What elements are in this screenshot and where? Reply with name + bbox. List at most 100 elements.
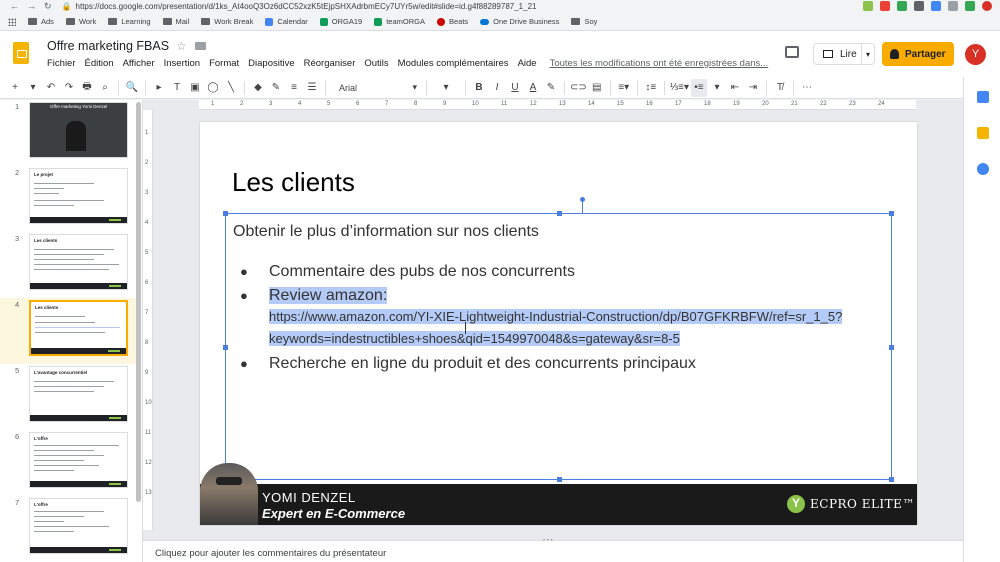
clear-format-icon[interactable]: T̸ [772,79,788,97]
slide-thumbnail-row[interactable]: 3 Les clients [0,232,140,298]
slide-thumbnail-row[interactable]: 6 L'offre [0,430,140,496]
menu-format[interactable]: Format [209,58,239,69]
slide-thumbnail-row[interactable]: 2 Le projet [0,166,140,232]
bookmark-item[interactable]: ORGA19 [319,17,362,26]
undo-button[interactable]: ↶ [43,79,59,97]
extension-icon[interactable] [897,1,907,11]
reload-icon[interactable]: ↻ [44,1,52,12]
print-button[interactable]: 🖶 [79,79,95,97]
italic-button[interactable]: I [489,79,505,97]
avatar[interactable]: Y [965,44,986,65]
fill-color-button[interactable]: ◆ [250,79,266,97]
slide-thumbnail[interactable]: Offre marketing Yomi Denzel [29,102,128,158]
menu-diapositive[interactable]: Diapositive [248,58,294,69]
bookmark-item[interactable]: Calendar [265,17,308,26]
bookmark-item[interactable]: Mail [162,17,189,26]
bookmark-item[interactable]: Ads [28,17,54,26]
speaker-notes[interactable]: • • • Cliquez pour ajouter les commentai… [143,538,963,562]
slide-canvas[interactable]: Les clients Obtenir le plus d’informatio… [200,122,917,525]
select-tool[interactable]: ▸ [151,79,167,97]
menu-reorganiser[interactable]: Réorganiser [304,58,356,69]
textbox-tool[interactable]: T [169,79,185,97]
zoom-button[interactable]: 🔍 [124,79,140,97]
highlight-color-icon[interactable]: ✎ [543,79,559,97]
resize-handle[interactable] [223,345,228,350]
redo-button[interactable]: ↷ [61,79,77,97]
extension-icon[interactable] [880,1,890,11]
bookmark-item[interactable]: One Drive Business [480,17,559,26]
present-button[interactable]: Lire ▾ [813,43,875,65]
address-field[interactable]: 🔒 https://docs.google.com/presentation/d/… [62,2,662,11]
back-icon[interactable]: ← [10,1,19,12]
font-select[interactable]: Arial ▾ [331,79,421,97]
bold-button[interactable]: B [471,79,487,97]
bookmark-item[interactable]: Beats [436,17,468,26]
image-tool[interactable]: ▣ [187,79,203,97]
resize-handle[interactable] [223,211,228,216]
document-title[interactable]: Offre marketing FBAS [47,39,169,53]
chevron-down-icon[interactable]: ▾ [860,44,874,64]
profile-icon[interactable] [982,1,992,11]
drag-handle-icon[interactable]: • • • [543,538,553,544]
bookmark-item[interactable]: Learning [108,17,151,26]
extension-icon[interactable] [965,1,975,11]
slide-title[interactable]: Les clients [232,167,355,198]
slide-thumbnail[interactable]: L'offre [29,432,128,488]
slides-logo-icon[interactable] [13,42,29,64]
chevron-down-icon[interactable]: ▾ [709,79,725,97]
save-status[interactable]: Toutes les modifications ont été enregis… [550,58,769,69]
bookmark-item[interactable]: teamORGA [374,17,425,26]
bookmark-item[interactable]: Soy [571,17,597,26]
comments-icon[interactable] [785,46,799,58]
bookmark-item[interactable]: Work Break [201,17,253,26]
slide-thumbnail[interactable]: Les clients [29,300,128,356]
font-size-select[interactable]: ▾ [432,79,460,97]
border-dash-button[interactable]: ☰ [304,79,320,97]
folder-move-icon[interactable] [195,42,206,50]
align-icon[interactable]: ≡▾ [616,79,632,97]
menu-aide[interactable]: Aide [518,58,537,69]
slide-thumbnail-row[interactable]: 7 L'offre [0,496,140,562]
menu-edition[interactable]: Édition [85,58,114,69]
increase-indent-icon[interactable]: ⇥ [745,79,761,97]
more-options-icon[interactable]: ⋯ [799,79,815,97]
slide-thumbnail-row[interactable]: 1 Offre marketing Yomi Denzel [0,100,140,166]
resize-handle[interactable] [557,211,562,216]
share-button[interactable]: Partager [882,42,954,66]
bulleted-list-icon[interactable]: •≡ [690,78,707,97]
slide-thumbnail[interactable]: L'avantage concurrentiel [29,366,128,422]
rotate-handle[interactable] [580,197,585,202]
extension-icon[interactable] [931,1,941,11]
resize-handle[interactable] [889,477,894,482]
border-color-button[interactable]: ✎ [268,79,284,97]
extension-icon[interactable] [863,1,873,11]
slide-thumbnail[interactable]: L'offre [29,498,128,554]
decrease-indent-icon[interactable]: ⇤ [727,79,743,97]
text-color-button[interactable]: A [525,79,541,97]
calendar-icon[interactable] [977,91,989,103]
line-tool[interactable]: ╲ [223,79,239,97]
apps-icon[interactable] [8,17,16,26]
border-weight-button[interactable]: ≡ [286,79,302,97]
slide-thumbnail[interactable]: Les clients [29,234,128,290]
shape-tool[interactable]: ◯ [205,79,221,97]
extension-icon[interactable] [948,1,958,11]
paint-format-button[interactable]: ⌕ [97,79,113,97]
forward-icon[interactable]: → [27,1,36,12]
tasks-icon[interactable] [977,163,989,175]
underline-button[interactable]: U [507,79,523,97]
link-icon[interactable]: ⊂⊃ [570,79,587,97]
resize-handle[interactable] [889,211,894,216]
menu-modules[interactable]: Modules complémentaires [398,58,509,69]
keep-icon[interactable] [977,127,989,139]
star-icon[interactable]: ☆ [176,39,187,53]
menu-outils[interactable]: Outils [364,58,388,69]
comment-icon[interactable]: ▤ [589,79,605,97]
chevron-down-icon[interactable]: ▾ [25,79,41,97]
numbered-list-icon[interactable]: ⅓≡▾ [670,79,689,97]
slide-thumbnail-row[interactable]: 5 L'avantage concurrentiel [0,364,140,430]
extension-icon[interactable] [914,1,924,11]
resize-handle[interactable] [557,477,562,482]
slide-thumbnail-row[interactable]: 4 Les clients [0,298,140,364]
bookmark-item[interactable]: Work [65,17,96,26]
